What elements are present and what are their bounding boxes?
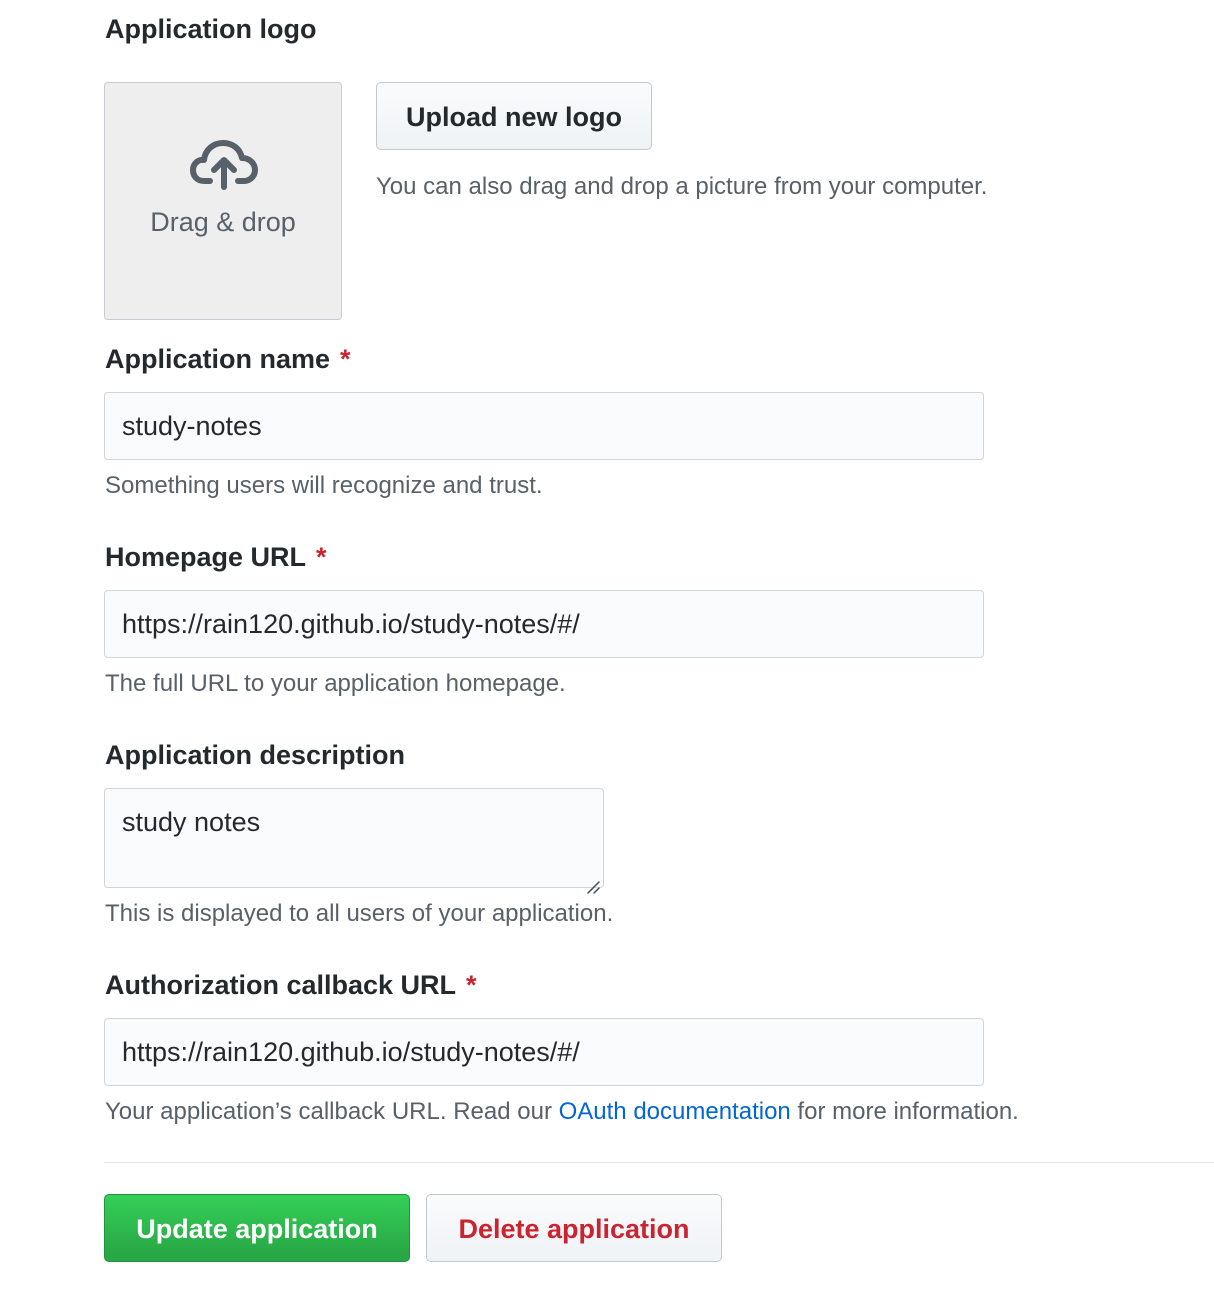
application-name-note: Something users will recognize and trust… <box>105 472 543 499</box>
cloud-upload-icon <box>190 139 258 191</box>
homepage-url-label-text: Homepage URL <box>105 542 307 572</box>
required-marker: * <box>466 970 477 1000</box>
callback-url-label: Authorization callback URL * <box>105 970 477 1001</box>
logo-drop-zone[interactable]: Drag & drop <box>104 82 342 320</box>
application-description-value: study notes <box>122 807 261 837</box>
application-name-label-text: Application name <box>105 344 331 374</box>
update-application-button[interactable]: Update application <box>104 1194 410 1262</box>
application-description-note: This is displayed to all users of your a… <box>105 900 614 927</box>
delete-application-button[interactable]: Delete application <box>426 1194 722 1262</box>
required-marker: * <box>340 344 351 374</box>
callback-note-prefix: Your application’s callback URL. Read ou… <box>105 1098 559 1125</box>
form-divider <box>104 1162 1214 1163</box>
application-name-input[interactable]: study-notes <box>104 392 984 460</box>
upload-note: You can also drag and drop a picture fro… <box>376 173 988 200</box>
callback-url-input[interactable]: https://rain120.github.io/study-notes/#/ <box>104 1018 984 1086</box>
callback-note-suffix: for more information. <box>790 1098 1019 1125</box>
application-logo-label: Application logo <box>105 14 317 44</box>
application-description-textarea[interactable]: study notes <box>104 788 604 894</box>
homepage-url-input[interactable]: https://rain120.github.io/study-notes/#/ <box>104 590 984 658</box>
application-description-label: Application description <box>105 740 406 770</box>
drop-zone-text: Drag & drop <box>150 207 296 237</box>
upload-new-logo-button[interactable]: Upload new logo <box>376 82 652 150</box>
callback-url-label-text: Authorization callback URL <box>105 970 457 1000</box>
application-name-label: Application name * <box>105 344 351 375</box>
homepage-url-label: Homepage URL * <box>105 542 327 573</box>
oauth-documentation-link[interactable]: OAuth documentation <box>559 1098 791 1125</box>
resize-handle-icon[interactable] <box>585 869 601 894</box>
homepage-url-note: The full URL to your application homepag… <box>105 670 566 697</box>
callback-url-note: Your application’s callback URL. Read ou… <box>105 1098 1019 1126</box>
required-marker: * <box>316 542 327 572</box>
